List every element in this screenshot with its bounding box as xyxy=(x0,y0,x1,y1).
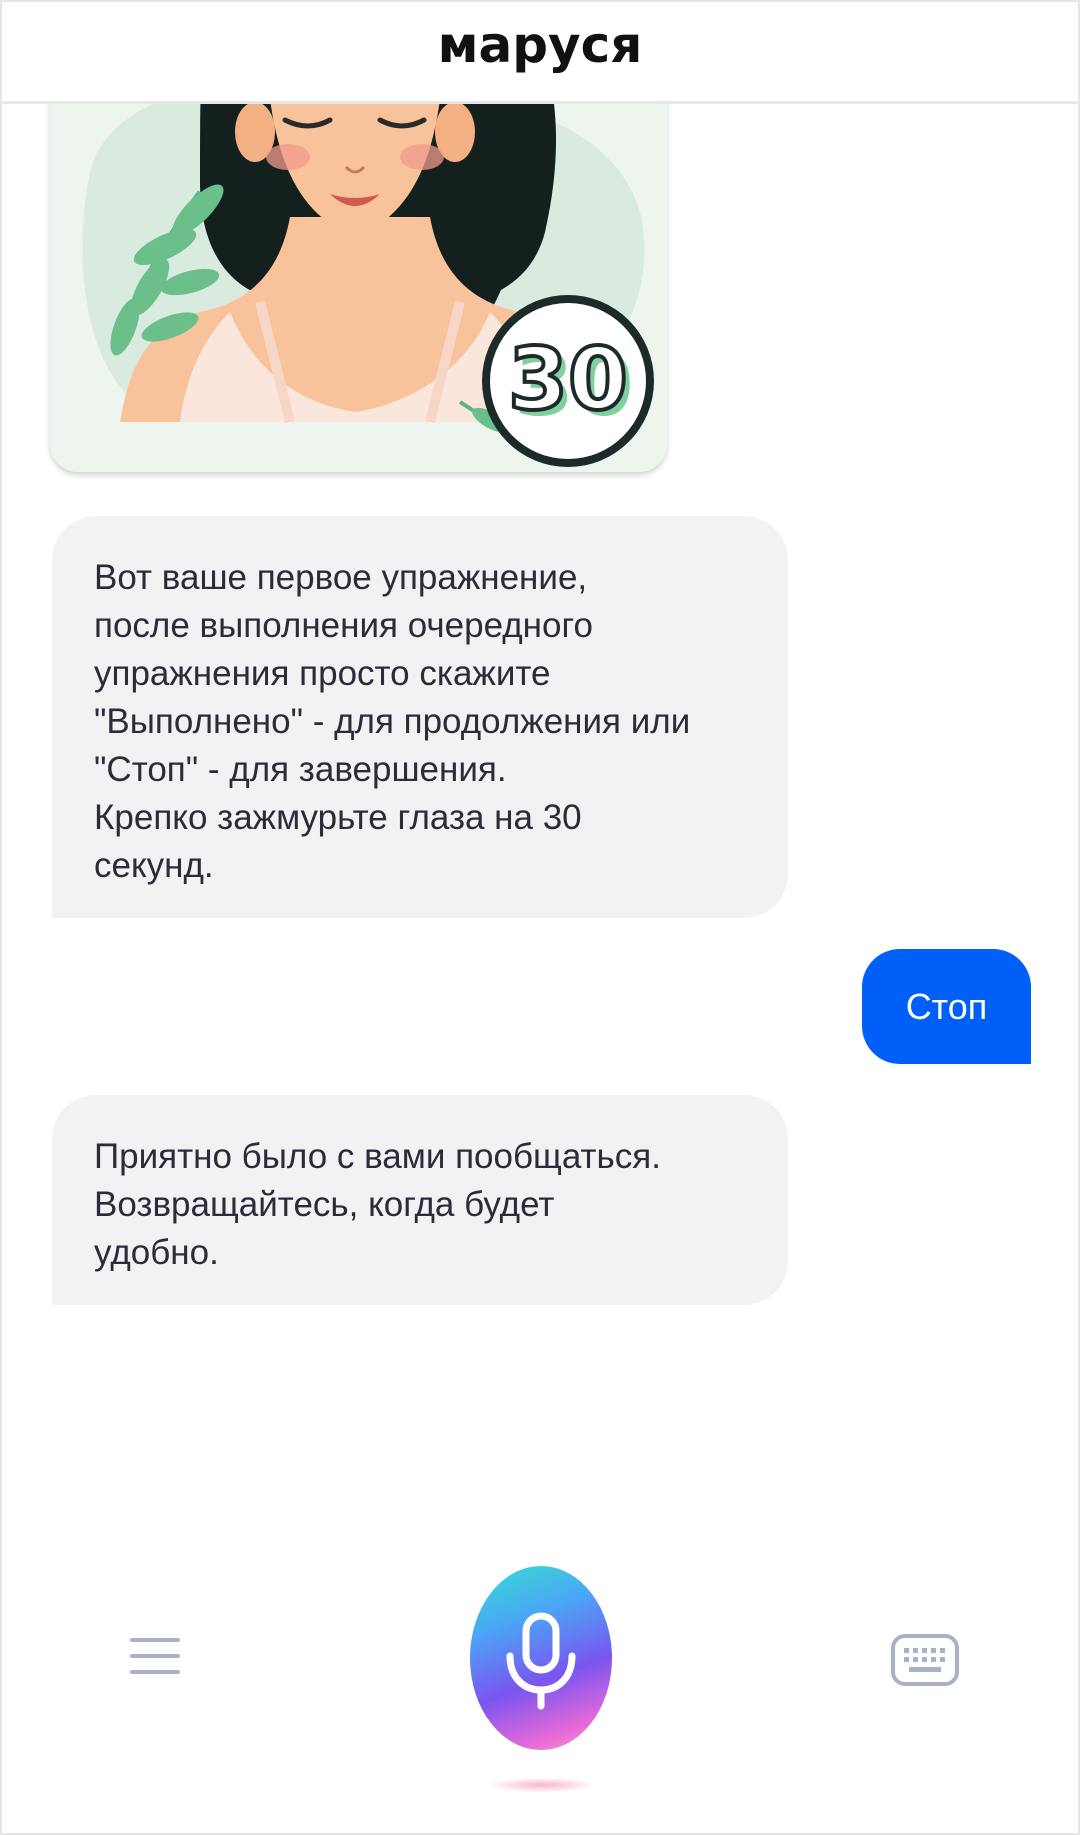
timer-badge: 30 xyxy=(506,328,630,432)
app-logo: маруся xyxy=(437,15,643,74)
assistant-message: Приятно было с вами пообщаться. Возвраща… xyxy=(52,1095,788,1305)
bottom-toolbar xyxy=(2,1542,1078,1832)
assistant-message: Вот ваше первое упражнение, после выполн… xyxy=(52,516,788,918)
user-message-text: Стоп xyxy=(905,985,988,1027)
microphone-button[interactable] xyxy=(470,1566,612,1750)
microphone-icon xyxy=(506,1612,576,1710)
keyboard-icon[interactable] xyxy=(890,1633,960,1687)
user-message: Стоп xyxy=(862,949,1031,1064)
microphone-glow xyxy=(490,1778,594,1792)
app-header: маруся xyxy=(2,2,1078,104)
menu-icon[interactable] xyxy=(122,1632,188,1682)
app-window: маруся 30 Вот ваше первое упражнение, по… xyxy=(0,0,1080,1835)
